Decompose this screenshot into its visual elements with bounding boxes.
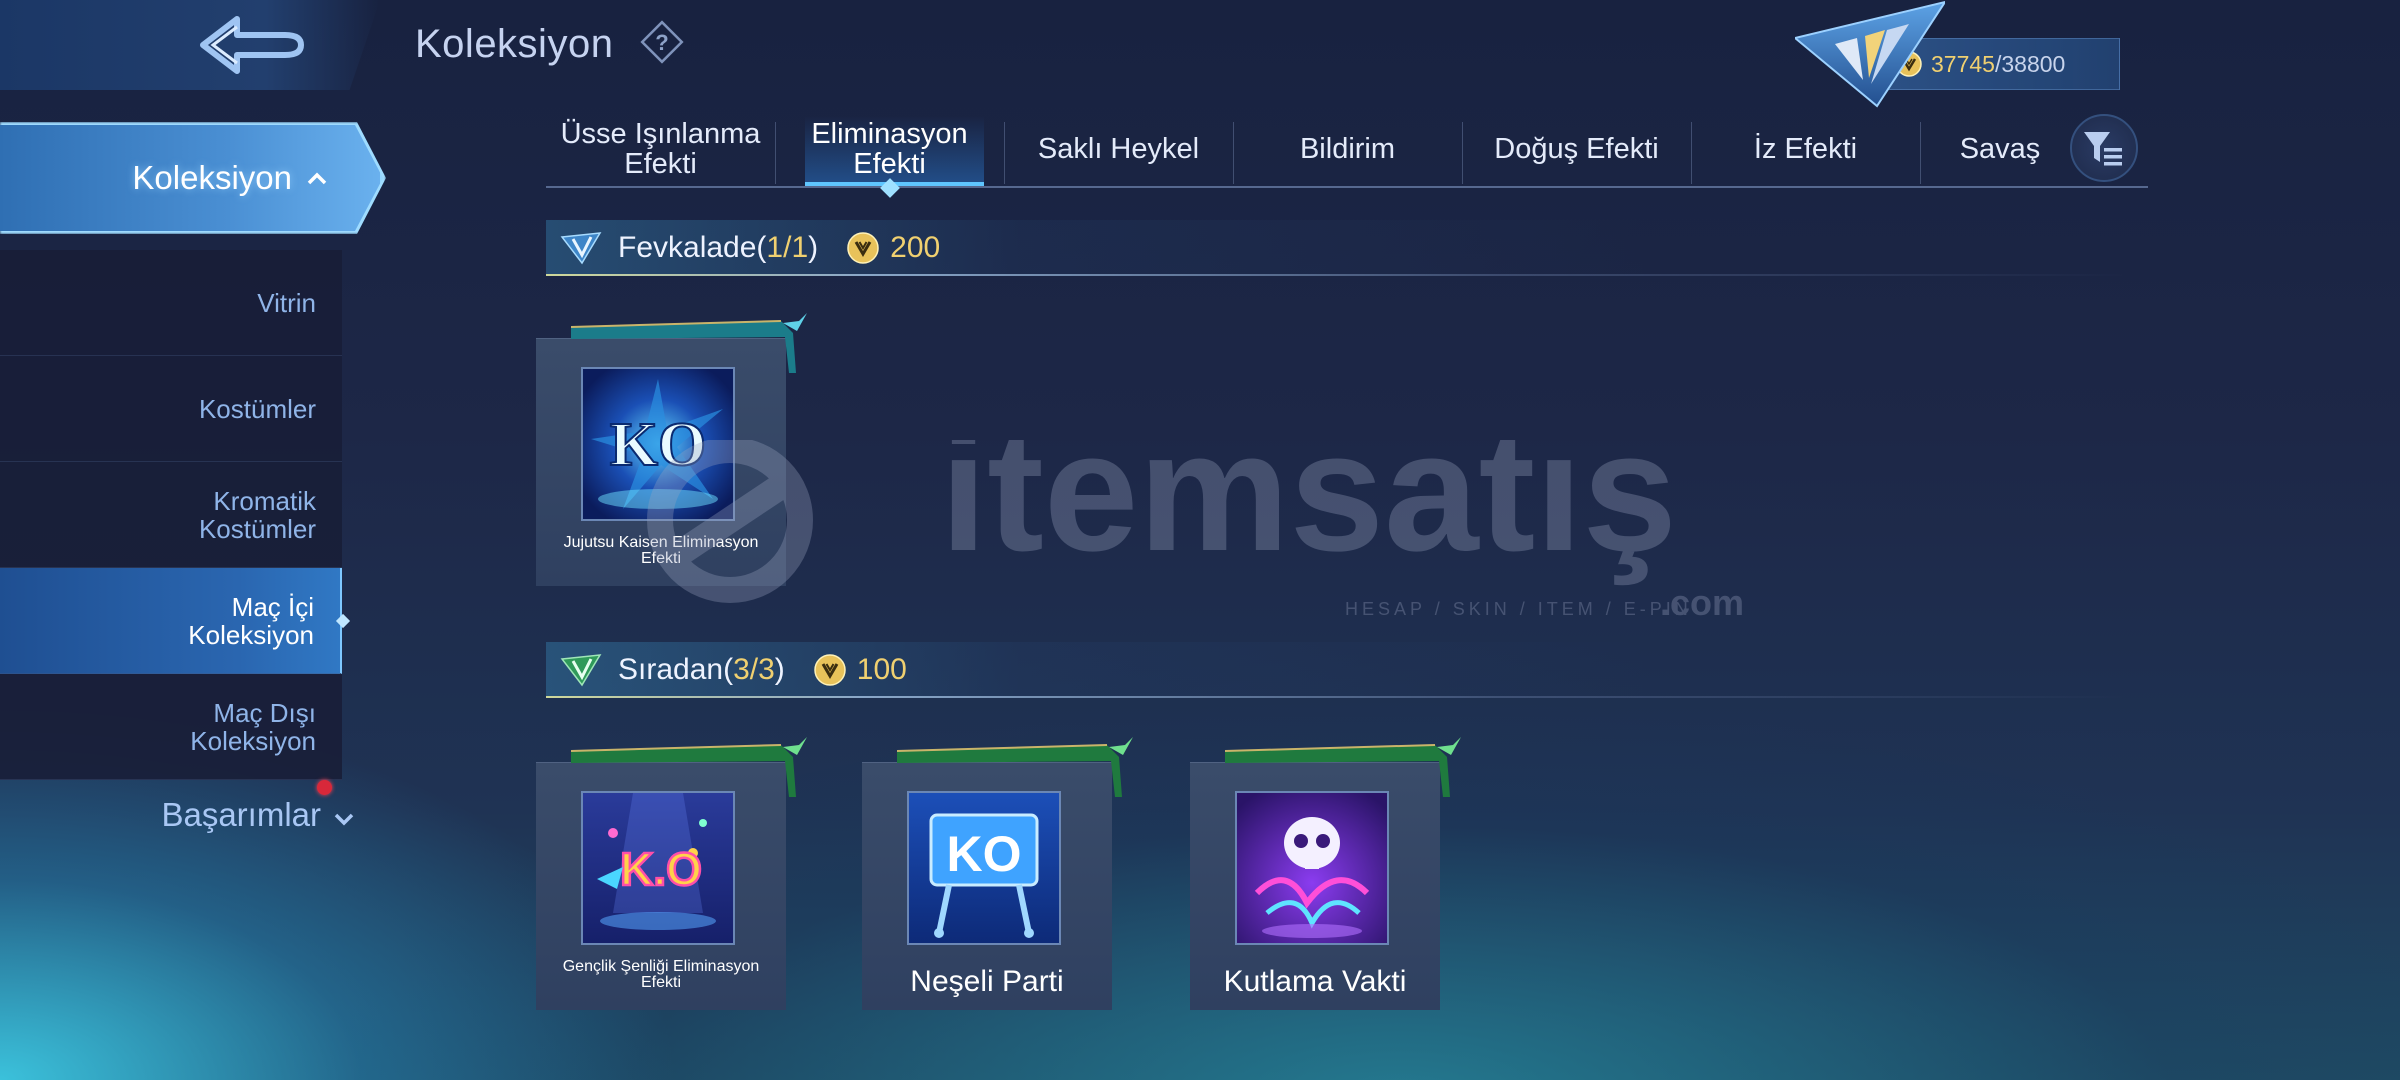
card-ribbon <box>571 313 807 373</box>
sidebar-item-label: Maç Dışı Koleksiyon <box>190 697 316 756</box>
points-max: 38800 <box>2001 50 2066 77</box>
help-icon[interactable]: ? <box>640 20 684 64</box>
effect-image-neseli-parti: KO <box>907 791 1061 945</box>
section-header-siradan: Sıradan(3/3) 100 <box>546 642 2126 698</box>
watermark-tagline: HESAP / SKIN / ITEM / E-PIN <box>1345 599 1692 619</box>
achievements-label: Başarımlar <box>161 796 321 833</box>
sidebar-item-label: Kostümler <box>198 393 316 424</box>
card-ribbon <box>571 737 807 797</box>
page-title: Koleksiyon <box>415 22 614 66</box>
section-title-text: Fevkalade <box>618 231 757 264</box>
svg-text:?: ? <box>655 30 668 55</box>
tab-sakli-heykel[interactable]: Saklı Heykel <box>1004 112 1233 186</box>
sidebar-list: Vitrin Kostümler Kromatik Kostümler Maç … <box>0 250 351 780</box>
tab-eliminasyon-efekti[interactable]: Eliminasyon Efekti <box>775 112 1004 198</box>
svg-text:KO: KO <box>610 411 706 479</box>
sidebar-achievements[interactable]: Başarımlar <box>0 780 355 850</box>
rarity-icon <box>560 654 602 687</box>
filter-button[interactable] <box>2070 114 2138 182</box>
section-count-close: ) <box>808 231 819 264</box>
back-arrow-icon <box>200 16 304 74</box>
tab-label: Üsse Işınlanma Efekti <box>560 118 761 180</box>
sidebar-item-mac-disi-koleksiyon[interactable]: Maç Dışı Koleksiyon <box>0 674 342 780</box>
watermark: itemsatış HESAP / SKIN / ITEM / E-PIN .c… <box>647 440 1744 623</box>
sidebar-item-kostumler[interactable]: Kostümler <box>0 356 342 462</box>
watermark-suffix: .com <box>1660 582 1744 623</box>
effect-card[interactable]: Kutlama Vakti <box>1190 737 1461 1010</box>
filter-icon <box>2084 132 2122 166</box>
card-ribbon <box>897 737 1133 797</box>
section-cost: 200 <box>890 231 941 264</box>
coin-icon <box>847 232 879 264</box>
section-title-text: Sıradan <box>618 653 724 686</box>
effect-image-jujutsu-kaisen: KO <box>581 367 735 521</box>
tab-dogus-efekti[interactable]: Doğuş Efekti <box>1462 112 1691 186</box>
effect-card[interactable]: KO Neşeli Parti <box>862 737 1133 1010</box>
tab-savas[interactable]: Savaş <box>1920 112 2080 186</box>
svg-text:K.O: K.O <box>620 843 702 895</box>
sidebar-item-kromatik-kostumler[interactable]: Kromatik Kostümler <box>0 462 342 568</box>
tab-bildirim[interactable]: Bildirim <box>1233 112 1462 186</box>
section-header-fevkalade: Fevkalade(1/1) 200 <box>546 220 2126 276</box>
tab-label: Saklı Heykel <box>1037 133 1200 165</box>
section-count: 1/1 <box>766 231 809 264</box>
effect-name: Kutlama Vakti <box>1223 965 1407 998</box>
effect-card[interactable]: KO Jujutsu Kaisen Eliminasyon Efekti <box>536 313 807 586</box>
active-indicator <box>335 613 351 629</box>
rank-emblem-icon <box>1795 0 1945 108</box>
effect-card[interactable]: K.O Gençlik Şenliği Eliminasyon Efekti <box>536 737 807 1010</box>
sidebar-item-vitrin[interactable]: Vitrin <box>0 250 342 356</box>
section-count-close: ) <box>774 653 785 686</box>
tab-label: Savaş <box>1959 133 2041 165</box>
svg-text:KO: KO <box>947 826 1022 882</box>
tab-label: Bildirim <box>1299 133 1396 165</box>
effect-name: Neşeli Parti <box>910 965 1064 998</box>
sidebar-header-koleksiyon[interactable]: Koleksiyon <box>0 125 380 231</box>
sidebar-item-label: Vitrin <box>257 287 316 318</box>
coin-icon <box>814 654 846 686</box>
sidebar-item-mac-ici-koleksiyon[interactable]: Maç İçi Koleksiyon <box>0 568 351 674</box>
chevron-up-icon <box>307 172 327 185</box>
tab-label: Doğuş Efekti <box>1494 133 1659 165</box>
sidebar-item-label: Kromatik Kostümler <box>198 485 316 544</box>
watermark-brand: itemsatış <box>940 440 1677 587</box>
effect-name: Jujutsu Kaisen Eliminasyon Efekti <box>563 534 759 567</box>
notification-dot <box>317 780 332 795</box>
section-title: Fevkalade(1/1) <box>618 231 818 265</box>
chevron-down-icon <box>334 813 354 826</box>
tab-bar: Üsse Işınlanma Efekti Eliminasyon Efekti… <box>546 112 2148 198</box>
tab-iz-efekti[interactable]: İz Efekti <box>1691 112 1920 186</box>
section-cost: 100 <box>856 653 907 686</box>
section-count-open: ( <box>756 231 767 264</box>
tab-label: İz Efekti <box>1753 133 1858 165</box>
effect-image-kutlama-vakti <box>1235 791 1389 945</box>
card-ribbon <box>1225 737 1461 797</box>
section-count-open: ( <box>723 653 734 686</box>
sidebar-header-label: Koleksiyon <box>132 159 292 196</box>
tab-usse-isinlanma-efekti[interactable]: Üsse Işınlanma Efekti <box>546 112 775 186</box>
sidebar-item-label: Maç İçi Koleksiyon <box>188 591 314 650</box>
effect-image-genclik-senligi: K.O <box>581 791 735 945</box>
section-title: Sıradan(3/3) <box>618 653 785 687</box>
rarity-icon <box>560 232 602 265</box>
tab-label: Eliminasyon Efekti <box>811 118 968 180</box>
back-button[interactable] <box>190 10 320 80</box>
collection-points: 37745/38800 <box>1795 0 2125 110</box>
section-count: 3/3 <box>733 653 775 686</box>
effect-name: Gençlik Şenliği Eliminasyon Efekti <box>562 958 760 991</box>
